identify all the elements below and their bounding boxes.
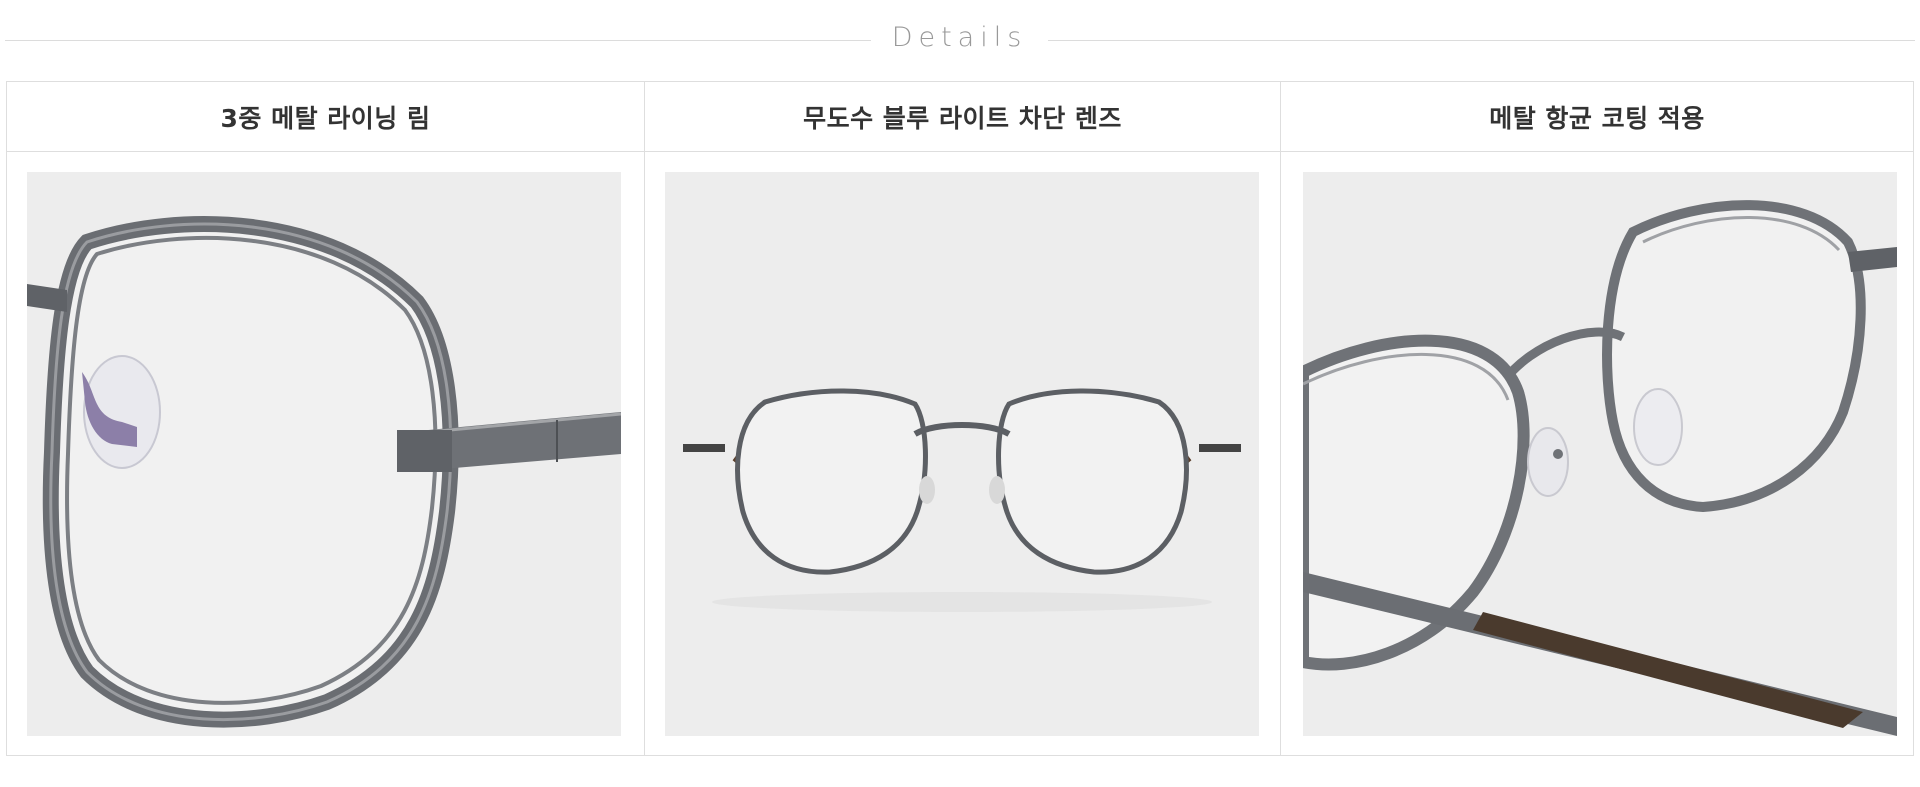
rim-closeup-photo — [27, 172, 621, 736]
eyeglass-rim-closeup-icon — [27, 172, 621, 736]
eyeglasses-front-view-icon — [665, 172, 1259, 736]
header-divider-right — [1048, 40, 1915, 41]
feature-card-lens: 무도수 블루 라이트 차단 렌즈 — [645, 82, 1281, 755]
header-divider-left — [5, 40, 871, 41]
eyeglass-bridge-closeup-icon — [1303, 172, 1897, 736]
feature-title: 3중 메탈 라이닝 림 — [7, 82, 644, 152]
details-section-header: Details — [5, 16, 1915, 66]
feature-card-rim: 3중 메탈 라이닝 림 — [7, 82, 645, 755]
bridge-closeup-photo — [1303, 172, 1897, 736]
feature-grid: 3중 메탈 라이닝 림 무도수 블루 라이트 차단 렌즈 메탈 항균 코팅 적용 — [6, 81, 1914, 756]
feature-title: 메탈 항균 코팅 적용 — [1281, 82, 1913, 152]
front-view-photo — [665, 172, 1259, 736]
feature-title: 무도수 블루 라이트 차단 렌즈 — [645, 82, 1280, 152]
section-title: Details — [891, 22, 1028, 53]
feature-card-coating: 메탈 항균 코팅 적용 — [1281, 82, 1913, 755]
